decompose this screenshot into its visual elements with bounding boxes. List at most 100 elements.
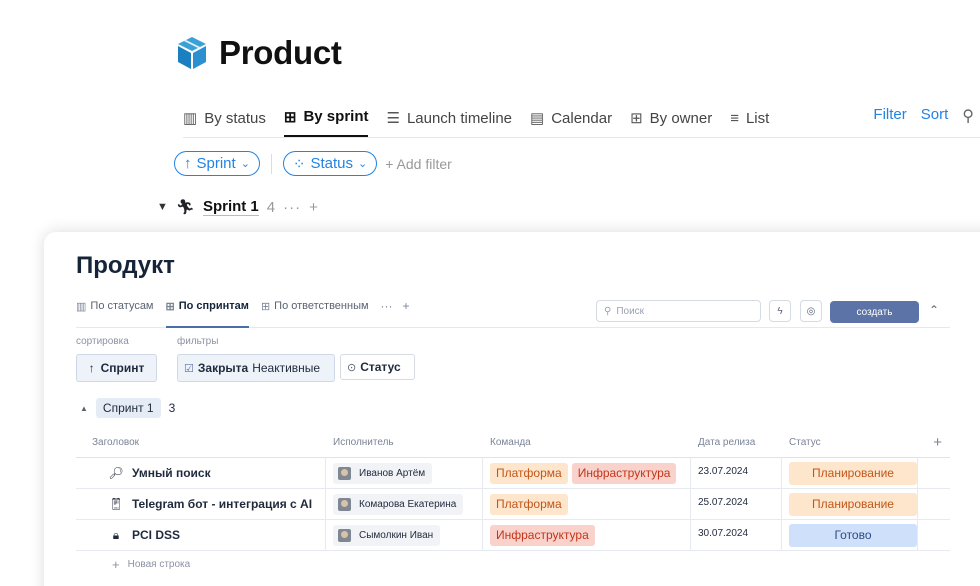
search-icon[interactable]: ⚲ bbox=[962, 106, 974, 126]
table-header: Заголовок Исполнитель Команда Дата релиз… bbox=[76, 428, 950, 458]
filter-button[interactable]: Filter bbox=[873, 106, 906, 126]
date-cell[interactable]: 25.07.2024 bbox=[691, 489, 782, 519]
column-header[interactable]: Исполнитель bbox=[326, 437, 483, 448]
group-header: ▼ 🏃︎ Sprint 1 4 ··· + bbox=[157, 198, 318, 216]
lock-icon: 🔒︎ bbox=[112, 527, 120, 542]
column-header[interactable]: Команда bbox=[483, 437, 691, 448]
gear-icon: ◎ bbox=[806, 305, 816, 317]
calendar-icon: ▤ bbox=[530, 110, 545, 127]
team-cell[interactable]: Платформа Инфраструктура bbox=[483, 458, 691, 488]
arrow-up-icon: ↑ bbox=[184, 155, 192, 172]
runner-icon: 🏃︎ bbox=[175, 199, 195, 216]
bolt-button[interactable]: ϟ bbox=[769, 300, 791, 322]
sprint-sort-pill[interactable]: ↑ Sprint ⌄ bbox=[174, 151, 260, 176]
release-date: 30.07.2024 bbox=[698, 528, 749, 539]
assignee-name: Иванов Артём bbox=[359, 467, 426, 479]
team-cell[interactable]: Инфраструктура bbox=[483, 520, 691, 550]
sort-chip[interactable]: ↑ Спринт bbox=[76, 354, 157, 382]
tab-calendar[interactable]: ▤ Calendar bbox=[530, 106, 612, 130]
plus-icon: + bbox=[112, 556, 120, 572]
tab-po-sprintam[interactable]: ⊞ По спринтам bbox=[165, 296, 249, 328]
tab-label: By owner bbox=[649, 109, 713, 127]
more-icon[interactable]: ··· bbox=[283, 199, 301, 216]
add-view-icon[interactable]: + bbox=[403, 296, 410, 313]
status-badge: Планирование bbox=[789, 492, 917, 516]
sort-button[interactable]: Sort bbox=[921, 106, 949, 126]
tab-label: By status bbox=[204, 109, 266, 127]
table-row[interactable]: 🔒︎ PCI DSS Сымолкин Иван Инфраструктура 3… bbox=[76, 520, 950, 551]
search-input[interactable]: ⚲ Поиск bbox=[596, 300, 761, 322]
tab-label: Launch timeline bbox=[406, 109, 513, 127]
page-title: Product bbox=[219, 34, 342, 71]
bolt-icon: ϟ bbox=[777, 305, 783, 317]
assignee-cell[interactable]: Комарова Екатерина bbox=[326, 489, 483, 519]
search-icon: ⚲ bbox=[604, 305, 612, 317]
chevron-up-icon[interactable]: ⌃ bbox=[929, 303, 939, 317]
columns-icon: ▥ bbox=[183, 110, 198, 127]
columns-icon: ▥ bbox=[76, 301, 87, 313]
assignee-chip[interactable]: Иванов Артём bbox=[333, 462, 433, 484]
group-name[interactable]: Спринт 1 bbox=[95, 398, 161, 418]
add-filter-button[interactable]: + Add filter bbox=[385, 156, 452, 172]
assignee-cell[interactable]: Иванов Артём bbox=[326, 458, 483, 488]
status-cell[interactable]: Планирование bbox=[782, 458, 918, 488]
tab-label: By sprint bbox=[303, 108, 369, 125]
collapse-triangle-icon[interactable]: ▲ bbox=[80, 404, 88, 413]
filter-inactive-label: Неактивные bbox=[252, 361, 321, 375]
status-cell[interactable]: Готово bbox=[782, 520, 918, 550]
view-actions: Filter Sort ⚲ bbox=[873, 106, 980, 126]
table-icon: ⊞ bbox=[283, 109, 297, 126]
filter-chip[interactable]: ☑ Закрыта Неактивные bbox=[177, 354, 335, 382]
column-header[interactable]: Дата релиза bbox=[691, 437, 782, 448]
date-cell[interactable]: 30.07.2024 bbox=[691, 520, 782, 550]
settings-button[interactable]: ◎ bbox=[800, 300, 822, 322]
tab-launch-timeline[interactable]: ☰ Launch timeline bbox=[386, 106, 512, 130]
filter-closed-label: Закрыта bbox=[197, 361, 249, 375]
title-cell[interactable]: 📱︎ Telegram бот - интеграция с AI bbox=[76, 489, 326, 519]
title-cell[interactable]: 🔎︎ Умный поиск bbox=[76, 458, 326, 488]
page-header: Product bbox=[175, 34, 342, 72]
list-icon: ≡ bbox=[730, 109, 739, 127]
tab-by-sprint[interactable]: ⊞ By sprint bbox=[283, 106, 369, 137]
group-name[interactable]: Sprint 1 bbox=[202, 198, 259, 216]
assignee-name: Сымолкин Иван bbox=[359, 529, 434, 541]
tab-list[interactable]: ≡ List bbox=[730, 106, 769, 130]
title-cell[interactable]: 🔒︎ PCI DSS bbox=[76, 520, 326, 550]
phone-icon: 📱︎ bbox=[108, 497, 124, 511]
date-cell[interactable]: 23.07.2024 bbox=[691, 458, 782, 488]
table-row[interactable]: 🔎︎ Умный поиск Иванов Артём Платформа Инфр… bbox=[76, 458, 950, 489]
group-header: ▲ Спринт 1 3 bbox=[80, 398, 175, 418]
status-filter-pill[interactable]: ⁘ Status ⌄ bbox=[282, 151, 378, 176]
tab-po-otvetstvennym[interactable]: ⊞ По ответственным bbox=[261, 296, 369, 328]
new-row-button[interactable]: + Новая строка bbox=[76, 551, 950, 577]
add-column-icon[interactable]: + bbox=[933, 434, 942, 451]
more-icon[interactable]: ··· bbox=[381, 296, 393, 313]
add-icon[interactable]: + bbox=[309, 199, 318, 216]
column-header[interactable]: Статус bbox=[782, 437, 918, 448]
status-cell[interactable]: Планирование bbox=[782, 489, 918, 519]
tab-by-status[interactable]: ▥ By status bbox=[183, 106, 266, 130]
arrow-up-icon: ↑ bbox=[88, 361, 95, 375]
view-tabs: ▥ By status ⊞ By sprint ☰ Launch timeline ▤… bbox=[183, 106, 980, 138]
team-tag: Платформа bbox=[490, 493, 568, 515]
status-badge: Планирование bbox=[789, 461, 917, 485]
row-title: Умный поиск bbox=[132, 466, 211, 480]
sort-label: Спринт bbox=[100, 361, 145, 375]
magnifier-icon: 🔎︎ bbox=[108, 466, 124, 480]
assignee-chip[interactable]: Комарова Екатерина bbox=[333, 493, 464, 515]
assignee-chip[interactable]: Сымолкин Иван bbox=[333, 524, 441, 546]
release-date: 23.07.2024 bbox=[698, 466, 749, 477]
create-button[interactable]: создать bbox=[830, 301, 919, 323]
team-cell[interactable]: Платформа bbox=[483, 489, 691, 519]
status-filter-chip[interactable]: ⊙ Статус bbox=[340, 354, 415, 380]
table-row[interactable]: 📱︎ Telegram бот - интеграция с AI Комаров… bbox=[76, 489, 950, 520]
grid-icon: ⊞ bbox=[630, 110, 643, 127]
column-header[interactable]: Заголовок bbox=[76, 437, 326, 448]
tab-po-statusam[interactable]: ▥ По статусам bbox=[76, 296, 154, 328]
assignee-cell[interactable]: Сымолкин Иван bbox=[326, 520, 483, 550]
collapse-triangle-icon[interactable]: ▼ bbox=[157, 201, 168, 213]
product-card: Продукт ▥ По статусам ⊞ По спринтам ⊞ По от… bbox=[44, 232, 980, 586]
release-date: 25.07.2024 bbox=[698, 497, 749, 508]
timeline-icon: ☰ bbox=[386, 110, 400, 127]
tab-by-owner[interactable]: ⊞ By owner bbox=[630, 106, 712, 130]
